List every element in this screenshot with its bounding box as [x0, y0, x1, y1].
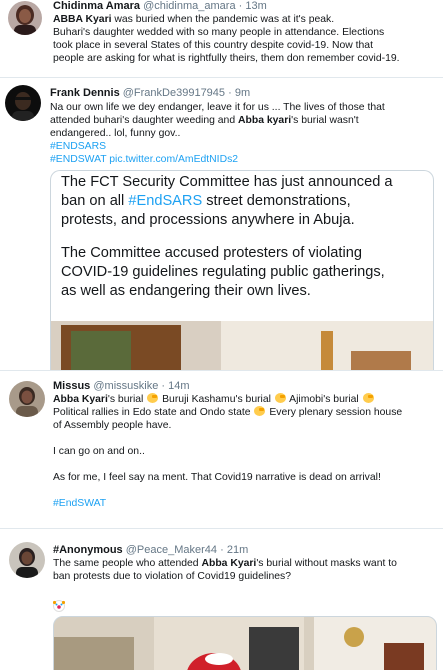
- timestamp[interactable]: 14m: [168, 380, 189, 392]
- tweet-1[interactable]: Chidinma Amara @chidinma_amara · 13m ABB…: [0, 0, 443, 78]
- avatar[interactable]: [9, 381, 45, 417]
- hashtag-link[interactable]: #ENDSARS: [50, 140, 440, 153]
- pointing-hand-icon: [254, 406, 266, 416]
- text-line: The same people who attended Abba Kyari'…: [53, 558, 397, 569]
- user-handle[interactable]: @FrankDe39917945: [123, 87, 225, 99]
- avatar-image-icon: [9, 381, 45, 417]
- separator-dot: ·: [161, 380, 166, 392]
- tweet-3[interactable]: Missus @missuskike · 14m Abba Kyari's bu…: [0, 372, 443, 529]
- text-line: ban protests due to violation of Covid19…: [53, 571, 291, 582]
- avatar-image-icon: [9, 542, 45, 578]
- text-line: ABBA Kyari was buried when the pandemic …: [53, 14, 335, 25]
- avatar-image-icon: [8, 1, 42, 35]
- user-handle[interactable]: @chidinma_amara: [143, 0, 236, 12]
- separator-dot: ·: [238, 0, 243, 12]
- tweet-header: Missus @missuskike · 14m: [53, 380, 190, 393]
- display-name[interactable]: Missus: [53, 380, 90, 392]
- tweet-2[interactable]: Frank Dennis @FrankDe39917945 · 9m Na ou…: [0, 79, 443, 371]
- text-line: of Assembly people have.: [53, 420, 172, 431]
- pic-link[interactable]: pic.twitter.com/AmEdtNIDs2: [109, 154, 238, 165]
- tweet-header: Frank Dennis @FrankDe39917945 · 9m: [50, 87, 250, 100]
- text-line: Abba Kyari's burial Buruji Kashamu's bur…: [53, 393, 438, 406]
- photo-strip-icon: [51, 321, 433, 370]
- user-handle[interactable]: @Peace_Maker44: [126, 544, 217, 556]
- hashtag-link[interactable]: #EndSWAT: [53, 497, 438, 510]
- image-text-line: protests, and processions anywhere in Ab…: [61, 212, 355, 228]
- pointing-hand-icon: [362, 393, 374, 403]
- hashtag-link[interactable]: #ENDSWAT: [50, 154, 106, 165]
- image-text-line: The FCT Security Committee has just anno…: [61, 174, 393, 190]
- text-line: I can go on and on..: [53, 446, 145, 457]
- pointing-hand-icon: [274, 393, 286, 403]
- user-handle[interactable]: @missuskike: [93, 380, 158, 392]
- tweet-4[interactable]: #Anonymous @Peace_Maker44 · 21m The same…: [0, 530, 443, 670]
- text-line: Buhari's daughter wedded with so many pe…: [53, 27, 385, 38]
- tweet-header: #Anonymous @Peace_Maker44 · 21m: [53, 544, 248, 557]
- text-line: Political rallies in Edo state and Ondo …: [53, 406, 403, 418]
- clown-face-icon: [53, 600, 65, 612]
- display-name[interactable]: Chidinma Amara: [53, 0, 140, 12]
- separator-dot: ·: [220, 544, 224, 556]
- tweet-text: Na our own life we dey endanger, leave i…: [50, 101, 440, 166]
- tweet-image[interactable]: [53, 616, 437, 670]
- text-line: As for me, I feel say na ment. That Covi…: [53, 472, 381, 483]
- image-text-line: The Committee accused protesters of viol…: [61, 245, 362, 261]
- tweet-image[interactable]: The FCT Security Committee has just anno…: [50, 170, 434, 370]
- text-line: #ENDSWAT pic.twitter.com/AmEdtNIDs2: [50, 153, 440, 166]
- tweet-text: ABBA Kyari was buried when the pandemic …: [53, 13, 438, 65]
- separator-dot: ·: [228, 87, 232, 99]
- text-line: endangered.. lol, funny gov..: [50, 128, 181, 139]
- avatar[interactable]: [5, 85, 41, 121]
- timestamp[interactable]: 13m: [245, 0, 266, 12]
- image-text-line: ban on all #EndSARS street demonstration…: [61, 193, 351, 209]
- display-name[interactable]: #Anonymous: [53, 544, 123, 556]
- image-text-block: The FCT Security Committee has just anno…: [61, 173, 431, 301]
- timestamp[interactable]: 21m: [227, 544, 248, 556]
- tweet-header: Chidinma Amara @chidinma_amara · 13m: [53, 0, 267, 13]
- tweet-text: Abba Kyari's burial Buruji Kashamu's bur…: [53, 393, 438, 510]
- tweet-text: The same people who attended Abba Kyari'…: [53, 557, 438, 583]
- text-line: people are asking for what is rightfully…: [53, 53, 400, 64]
- text-line: took place in several States of this cou…: [53, 40, 373, 51]
- image-text-line: COVID-19 guidelines regulating public ga…: [61, 264, 385, 280]
- image-text-line: as well as endangering their own lives.: [61, 283, 311, 299]
- text-line: Na our own life we dey endanger, leave i…: [50, 102, 385, 113]
- display-name[interactable]: Frank Dennis: [50, 87, 120, 99]
- avatar[interactable]: [9, 542, 45, 578]
- pointing-hand-icon: [147, 393, 159, 403]
- timestamp[interactable]: 9m: [235, 87, 250, 99]
- photo-icon: [54, 617, 436, 670]
- avatar[interactable]: [8, 1, 42, 35]
- text-line: attended buhari's daughter weeding and A…: [50, 115, 359, 126]
- avatar-image-icon: [5, 85, 41, 121]
